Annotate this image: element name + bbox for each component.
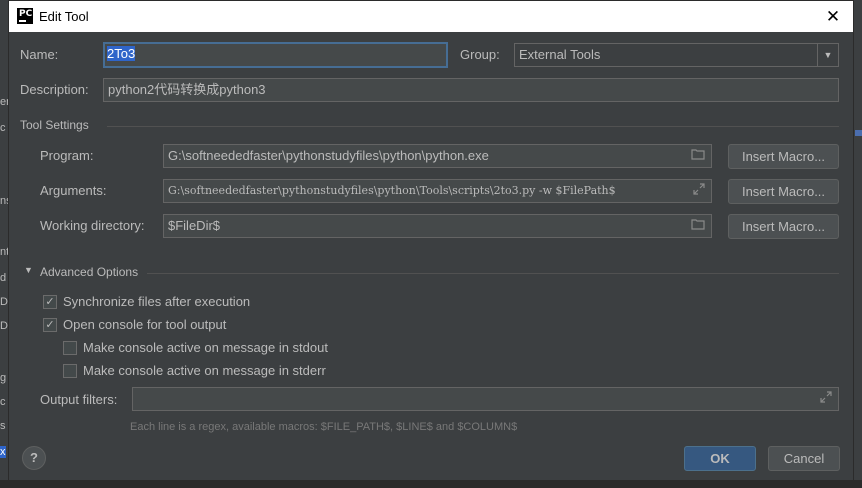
background-stripe	[855, 130, 862, 136]
insert-macro-button-program[interactable]: Insert Macro...	[728, 144, 839, 169]
name-label: Name:	[20, 47, 59, 62]
stderr-checkbox[interactable]	[63, 364, 77, 378]
background-text: s	[0, 420, 6, 432]
stdout-label[interactable]: Make console active on message in stdout	[83, 340, 328, 355]
working-directory-label: Working directory:	[40, 218, 145, 233]
background-ide-bottom	[0, 480, 862, 488]
insert-macro-button-working-directory[interactable]: Insert Macro...	[728, 214, 839, 239]
description-label: Description:	[20, 82, 89, 97]
title-bar[interactable]: PC Edit Tool ✕	[9, 1, 853, 32]
pycharm-app-icon: PC	[17, 8, 33, 24]
checkmark-icon: ✓	[45, 296, 55, 308]
stderr-label[interactable]: Make console active on message in stderr	[83, 363, 326, 378]
dialog-title: Edit Tool	[39, 9, 89, 24]
edit-tool-dialog: PC Edit Tool ✕ Name: 2To3 Group: Externa…	[8, 0, 854, 481]
background-text: c	[0, 122, 6, 134]
open-console-label[interactable]: Open console for tool output	[63, 317, 226, 332]
close-icon[interactable]: ✕	[813, 1, 853, 32]
name-value: 2To3	[107, 46, 136, 61]
description-value: python2代码转换成python3	[108, 82, 266, 97]
output-filters-field[interactable]	[132, 387, 839, 411]
expand-icon[interactable]	[690, 180, 705, 202]
background-text: d	[0, 272, 7, 284]
advanced-options-separator	[147, 273, 839, 274]
folder-icon[interactable]	[691, 145, 705, 167]
group-value: External Tools	[519, 47, 601, 62]
working-directory-value: $FileDir$	[168, 218, 221, 233]
working-directory-field[interactable]: $FileDir$	[163, 214, 712, 238]
name-field[interactable]: 2To3	[103, 42, 448, 68]
tool-settings-separator	[107, 126, 839, 127]
program-label: Program:	[40, 148, 94, 163]
triangle-down-icon[interactable]: ▼	[24, 265, 33, 275]
output-filters-hint: Each line is a regex, available macros: …	[130, 421, 518, 433]
arguments-value: G:\softneededfaster\pythonstudyfiles\pyt…	[168, 184, 616, 197]
background-text: c	[0, 396, 6, 408]
chevron-down-icon[interactable]: ▼	[817, 44, 838, 66]
background-text: x	[0, 446, 6, 458]
group-label: Group:	[460, 47, 500, 62]
group-select[interactable]: External Tools ▼	[514, 43, 839, 67]
insert-macro-button-arguments[interactable]: Insert Macro...	[728, 179, 839, 204]
program-field[interactable]: G:\softneededfaster\pythonstudyfiles\pyt…	[163, 144, 712, 168]
advanced-options-title[interactable]: Advanced Options	[40, 265, 138, 279]
stdout-checkbox[interactable]	[63, 341, 77, 355]
background-text: g	[0, 372, 7, 384]
sync-checkbox[interactable]: ✓	[43, 295, 57, 309]
tool-settings-title: Tool Settings	[20, 118, 89, 132]
arguments-field[interactable]: G:\softneededfaster\pythonstudyfiles\pyt…	[163, 179, 712, 203]
open-console-checkbox[interactable]: ✓	[43, 318, 57, 332]
sync-label[interactable]: Synchronize files after execution	[63, 294, 250, 309]
arguments-label: Arguments:	[40, 183, 107, 198]
output-filters-label: Output filters:	[40, 392, 118, 407]
expand-icon[interactable]	[820, 388, 832, 410]
ok-button[interactable]: OK	[684, 446, 756, 471]
help-button[interactable]: ?	[22, 446, 46, 470]
cancel-button[interactable]: Cancel	[768, 446, 840, 471]
description-field[interactable]: python2代码转换成python3	[103, 78, 839, 102]
folder-icon[interactable]	[691, 215, 705, 237]
program-value: G:\softneededfaster\pythonstudyfiles\pyt…	[168, 148, 489, 163]
checkmark-icon: ✓	[45, 319, 55, 331]
